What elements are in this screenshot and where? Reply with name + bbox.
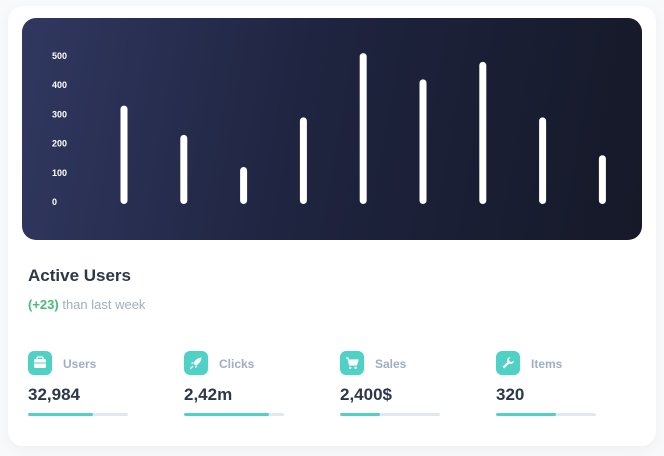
wrench-icon: [496, 351, 520, 375]
stat-progress: [340, 413, 440, 416]
chart-bar: [479, 61, 487, 205]
stat-label: Users: [63, 357, 97, 371]
stat-value: 32,984: [28, 385, 80, 404]
stat-progress: [496, 413, 596, 416]
stat-label: Clicks: [219, 357, 255, 371]
stat-progress: [28, 413, 128, 416]
stat-value: 2,42m: [184, 385, 233, 404]
chart-bar: [539, 117, 547, 204]
cart-icon: [340, 351, 364, 375]
delta-value: (+23): [28, 297, 59, 312]
chart-bar: [359, 53, 367, 204]
chart-bar: [180, 134, 188, 204]
chart-bar: [299, 117, 307, 204]
wallet-icon: [28, 351, 52, 375]
stat-value: 2,400$: [340, 385, 392, 404]
y-tick-label: 100: [52, 168, 67, 178]
chart-bar: [120, 105, 128, 204]
bar-chart-svg: 0 100 200 300 400 500: [52, 51, 606, 207]
y-tick-label: 300: [52, 109, 67, 119]
y-tick-label: 0: [52, 197, 57, 207]
card-subtitle: (+23) than last week: [28, 297, 145, 312]
stat-value: 320: [496, 385, 525, 404]
y-tick-label: 400: [52, 80, 67, 90]
chart-bar: [598, 155, 606, 204]
subtitle-text: than last week: [58, 297, 146, 312]
chart-bar: [419, 79, 427, 204]
rocket-icon: [184, 351, 208, 375]
progress-fill: [28, 413, 93, 416]
y-tick-label: 200: [52, 139, 67, 149]
stat-progress: [184, 413, 284, 416]
chart-bar: [240, 166, 248, 204]
card-title: Active Users: [28, 266, 132, 285]
stat-label: Sales: [375, 357, 407, 371]
progress-fill: [496, 413, 556, 416]
progress-fill: [184, 413, 269, 416]
y-tick-label: 500: [52, 51, 67, 61]
stat-label: Items: [531, 357, 563, 371]
progress-fill: [340, 413, 380, 416]
active-users-chart: 0 100 200 300 400 500: [22, 18, 642, 240]
